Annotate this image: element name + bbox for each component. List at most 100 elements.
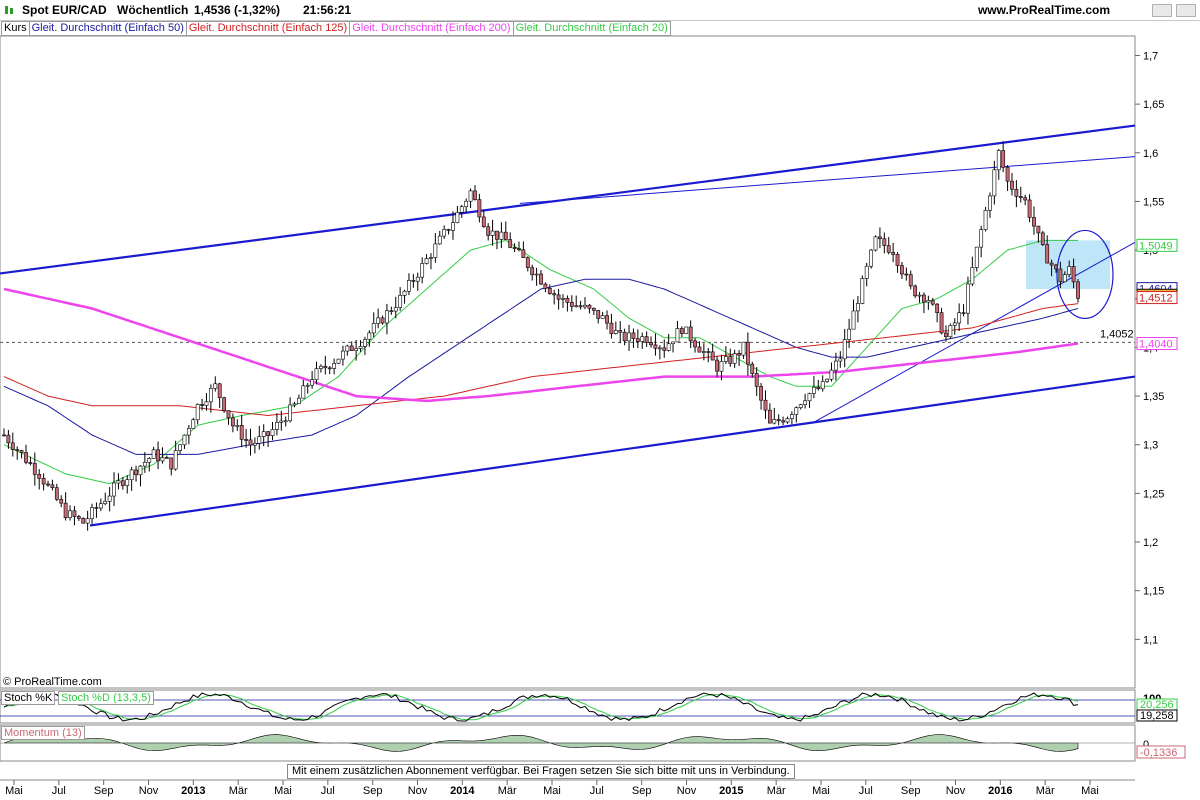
candle-up bbox=[842, 339, 847, 360]
candle-down bbox=[41, 478, 46, 485]
candle-down bbox=[495, 230, 499, 240]
candle-down bbox=[776, 419, 781, 422]
candle-down bbox=[200, 404, 204, 406]
candle-down bbox=[882, 238, 887, 246]
candle-up bbox=[252, 442, 257, 446]
candle-up bbox=[671, 341, 675, 345]
stoch-k-line bbox=[3, 692, 1079, 722]
candle-down bbox=[649, 342, 653, 346]
candle-up bbox=[354, 348, 359, 351]
legend-sma20[interactable]: Gleit. Durchschnitt (Einfach 20) bbox=[512, 21, 671, 36]
candle-down bbox=[635, 338, 640, 342]
candle-up bbox=[90, 507, 94, 520]
candle-down bbox=[930, 300, 935, 305]
candle-down bbox=[767, 409, 772, 424]
candle-up bbox=[129, 469, 134, 480]
x-tick-label: Jul bbox=[321, 785, 335, 797]
candle-down bbox=[530, 267, 535, 276]
lower-trendline bbox=[89, 375, 1136, 527]
stoch-d-label[interactable]: Stoch %D (13,3,5) bbox=[58, 691, 154, 705]
stoch-k-label[interactable]: Stoch %K bbox=[1, 691, 56, 705]
candle-up bbox=[336, 358, 341, 364]
candle-up bbox=[834, 360, 838, 371]
candle-down bbox=[1001, 150, 1006, 168]
candle-up bbox=[363, 339, 367, 347]
x-tick-label: Sep bbox=[632, 785, 652, 797]
candle-up bbox=[385, 310, 389, 324]
candle-up bbox=[627, 332, 631, 342]
candle-up bbox=[103, 501, 108, 504]
candle-down bbox=[1045, 244, 1050, 264]
candle-down bbox=[486, 226, 491, 236]
candle-up bbox=[468, 190, 473, 202]
candle-down bbox=[653, 344, 658, 349]
x-tick-label: Sep bbox=[363, 785, 383, 797]
minimize-button[interactable] bbox=[1152, 4, 1172, 17]
x-tick-label: 2014 bbox=[450, 785, 475, 797]
momentum-label[interactable]: Momentum (13) bbox=[1, 726, 85, 740]
candle-down bbox=[596, 310, 601, 319]
x-tick-label: 2015 bbox=[719, 785, 743, 797]
candle-down bbox=[6, 434, 11, 444]
price-label: 1,4040 bbox=[1139, 339, 1173, 351]
last-price-change: 1,4536 (-1,32%) bbox=[194, 3, 281, 17]
y-tick-label: 1,15 bbox=[1143, 586, 1164, 598]
candle-down bbox=[349, 345, 354, 351]
y-tick-label: 1,65 bbox=[1143, 99, 1164, 111]
candle-down bbox=[481, 216, 486, 227]
candle-down bbox=[631, 332, 636, 339]
y-tick-label: 1,3 bbox=[1143, 440, 1158, 452]
candle-down bbox=[517, 248, 521, 251]
candle-up bbox=[970, 267, 975, 285]
x-tick-label: Nov bbox=[946, 785, 966, 797]
sma50-line bbox=[3, 278, 1079, 455]
candle-up bbox=[600, 315, 605, 319]
candle-up bbox=[437, 235, 442, 245]
legend-sma50[interactable]: Gleit. Durchschnitt (Einfach 50) bbox=[28, 21, 187, 36]
candle-up bbox=[341, 350, 345, 360]
candle-up bbox=[433, 243, 438, 258]
x-tick-label: Mär bbox=[498, 785, 517, 797]
candle-down bbox=[552, 293, 557, 296]
candle-up bbox=[1062, 274, 1067, 283]
candle-down bbox=[878, 236, 882, 240]
candle-down bbox=[745, 341, 750, 365]
candle-up bbox=[983, 210, 988, 230]
candle-up bbox=[301, 385, 306, 399]
candle-up bbox=[279, 420, 284, 423]
candle-down bbox=[1049, 262, 1054, 266]
candle-down bbox=[587, 304, 592, 309]
candle-up bbox=[208, 388, 213, 403]
x-tick-label: 2013 bbox=[181, 785, 205, 797]
candle-down bbox=[759, 386, 763, 401]
candle-up bbox=[812, 386, 816, 394]
candle-down bbox=[411, 280, 416, 282]
candle-down bbox=[622, 331, 627, 342]
legend-sma200[interactable]: Gleit. Durchschnitt (Einfach 200) bbox=[349, 21, 514, 36]
candle-down bbox=[750, 363, 755, 374]
x-tick-label: Mai bbox=[274, 785, 292, 797]
candle-down bbox=[556, 294, 561, 300]
candle-up bbox=[666, 343, 671, 351]
maximize-button[interactable] bbox=[1176, 4, 1196, 17]
candle-down bbox=[380, 317, 385, 324]
candle-up bbox=[151, 449, 156, 459]
candle-up bbox=[407, 280, 411, 292]
brand-label: www.ProRealTime.com bbox=[977, 3, 1110, 17]
candle-down bbox=[477, 199, 482, 218]
x-tick-label: Sep bbox=[94, 785, 114, 797]
legend-sma125[interactable]: Gleit. Durchschnitt (Einfach 125) bbox=[185, 21, 351, 36]
x-tick-label: Nov bbox=[408, 785, 428, 797]
y-tick-label: 1,35 bbox=[1143, 391, 1164, 403]
candle-up bbox=[68, 510, 72, 519]
candle-up bbox=[860, 278, 865, 304]
legend-kurs[interactable]: Kurs bbox=[1, 21, 30, 36]
candle-up bbox=[869, 249, 874, 267]
candle-down bbox=[1010, 180, 1014, 190]
reference-line-label: 1,4052 bbox=[1100, 328, 1134, 340]
chart-canvas[interactable]: 1,71,651,61,551,51,451,41,351,31,251,21,… bbox=[0, 0, 1200, 800]
candle-up bbox=[992, 169, 997, 197]
candle-up bbox=[235, 425, 240, 427]
candle-down bbox=[46, 483, 50, 486]
candle-down bbox=[605, 315, 609, 324]
